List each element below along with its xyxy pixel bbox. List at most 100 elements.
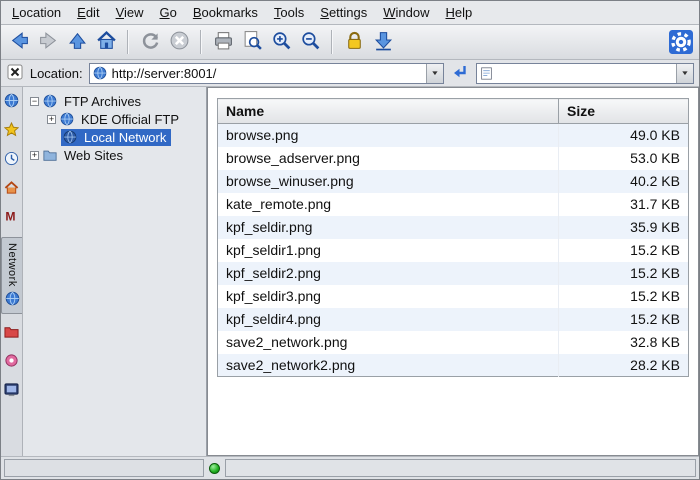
zoom-out-button[interactable]	[296, 28, 324, 56]
file-size: 28.2 KB	[559, 354, 689, 377]
menu-window[interactable]: Window	[375, 2, 437, 23]
file-name[interactable]: kpf_seldir3.png	[218, 285, 559, 308]
file-name[interactable]: browse_winuser.png	[218, 170, 559, 193]
site-globe-icon	[93, 66, 107, 80]
tree-item-local-network[interactable]: Local Network	[25, 128, 204, 146]
selected-tree-item[interactable]: Local Network	[61, 129, 171, 146]
file-row[interactable]: kate_remote.png31.7 KB	[218, 193, 689, 216]
file-row[interactable]: save2_network.png32.8 KB	[218, 331, 689, 354]
column-header-size[interactable]: Size	[559, 99, 689, 124]
zoom-in-button[interactable]	[267, 28, 295, 56]
go-button[interactable]	[448, 61, 472, 85]
forward-button[interactable]	[34, 28, 62, 56]
file-name[interactable]: kpf_seldir4.png	[218, 308, 559, 331]
history-clock-icon	[4, 151, 19, 169]
menu-edit[interactable]: Edit	[69, 2, 107, 23]
file-row[interactable]: save2_network2.png28.2 KB	[218, 354, 689, 377]
sidebar-tab-network[interactable]: Network	[1, 237, 22, 314]
tree-item-web-sites[interactable]: Web Sites	[25, 146, 204, 164]
red-folder-icon	[4, 324, 19, 342]
file-name[interactable]: kpf_seldir1.png	[218, 239, 559, 262]
file-row[interactable]: kpf_seldir1.png15.2 KB	[218, 239, 689, 262]
file-name[interactable]: kpf_seldir.png	[218, 216, 559, 239]
network-tab-label: Network	[6, 243, 18, 287]
file-name[interactable]: browse_adserver.png	[218, 147, 559, 170]
file-row[interactable]: browse_winuser.png40.2 KB	[218, 170, 689, 193]
sidebar-tab-web[interactable]	[2, 92, 22, 112]
zoom-in-icon	[271, 30, 292, 54]
menu-settings[interactable]: Settings	[312, 2, 375, 23]
location-input[interactable]	[110, 66, 426, 81]
sidebar-tab-home[interactable]	[2, 179, 22, 199]
statusbar-left-panel	[4, 459, 204, 477]
up-arrow-icon	[67, 30, 88, 54]
sidebar-tab-history[interactable]	[2, 150, 22, 170]
toolbar-separator	[200, 30, 202, 54]
collapse-expander-icon[interactable]	[30, 97, 39, 106]
file-name[interactable]: kpf_seldir2.png	[218, 262, 559, 285]
file-size: 15.2 KB	[559, 262, 689, 285]
services-icon	[4, 353, 19, 371]
menu-go[interactable]: Go	[152, 2, 185, 23]
ftp-globe-icon	[42, 94, 57, 109]
statusbar-message	[225, 459, 696, 477]
download-arrow-icon	[373, 30, 394, 54]
file-row[interactable]: kpf_seldir2.png15.2 KB	[218, 262, 689, 285]
sidebar-tab-bookmarks[interactable]	[2, 121, 22, 141]
expand-expander-icon[interactable]	[30, 151, 39, 160]
up-button[interactable]	[63, 28, 91, 56]
secondary-dropdown-arrow[interactable]	[676, 64, 693, 83]
find-file-button[interactable]	[238, 28, 266, 56]
secondary-combo-input[interactable]	[496, 66, 676, 81]
bookmark-star-icon	[4, 122, 19, 140]
find-file-icon	[242, 30, 263, 54]
location-toolbar: Location:	[1, 60, 699, 87]
kde-logo	[667, 28, 695, 56]
sidebar-tab-metabar[interactable]: M	[2, 208, 22, 228]
location-dropdown-arrow[interactable]	[426, 64, 443, 83]
main-area: M Network FTP Archives KDE Official FTP	[1, 87, 699, 456]
web-globe-icon	[4, 93, 19, 111]
sidebar-tab-terminal[interactable]	[2, 381, 22, 401]
sidebar-tab-root-folder[interactable]	[2, 323, 22, 343]
clear-location-button[interactable]	[6, 63, 24, 83]
file-name[interactable]: kate_remote.png	[218, 193, 559, 216]
home-folder-icon	[4, 180, 19, 198]
security-button[interactable]	[340, 28, 368, 56]
home-button[interactable]	[92, 28, 120, 56]
file-row[interactable]: kpf_seldir3.png15.2 KB	[218, 285, 689, 308]
tree-item-ftp-archives[interactable]: FTP Archives	[25, 92, 204, 110]
tree-item-label: Web Sites	[60, 147, 127, 164]
file-row[interactable]: kpf_seldir4.png15.2 KB	[218, 308, 689, 331]
file-table: Name Size browse.png49.0 KB browse_adser…	[217, 98, 689, 377]
menu-bookmarks[interactable]: Bookmarks	[185, 2, 266, 23]
back-button[interactable]	[5, 28, 33, 56]
web-sites-folder-icon	[42, 148, 57, 163]
column-header-name[interactable]: Name	[218, 99, 559, 124]
secondary-combobox	[476, 63, 694, 84]
sidebar-tree-panel: FTP Archives KDE Official FTP Local Netw…	[23, 87, 207, 456]
file-row[interactable]: browse_adserver.png53.0 KB	[218, 147, 689, 170]
menu-view[interactable]: View	[108, 2, 152, 23]
expand-expander-icon[interactable]	[47, 115, 56, 124]
tree-item-kde-official-ftp[interactable]: KDE Official FTP	[25, 110, 204, 128]
sidebar-tab-services[interactable]	[2, 352, 22, 372]
reload-button[interactable]	[136, 28, 164, 56]
file-size: 32.8 KB	[559, 331, 689, 354]
kde-ftp-globe-icon	[59, 112, 74, 127]
file-name[interactable]: save2_network2.png	[218, 354, 559, 377]
stop-button[interactable]	[165, 28, 193, 56]
document-icon	[480, 67, 493, 80]
print-button[interactable]	[209, 28, 237, 56]
menu-location[interactable]: Location	[4, 2, 69, 23]
menu-help[interactable]: Help	[438, 2, 481, 23]
menu-tools[interactable]: Tools	[266, 2, 312, 23]
konqueror-window: Location Edit View Go Bookmarks Tools Se…	[0, 0, 700, 480]
file-size: 15.2 KB	[559, 239, 689, 262]
file-row[interactable]: kpf_seldir.png35.9 KB	[218, 216, 689, 239]
download-button[interactable]	[369, 28, 397, 56]
file-name[interactable]: browse.png	[218, 124, 559, 147]
file-row[interactable]: browse.png49.0 KB	[218, 124, 689, 147]
lock-icon	[344, 30, 365, 54]
file-name[interactable]: save2_network.png	[218, 331, 559, 354]
